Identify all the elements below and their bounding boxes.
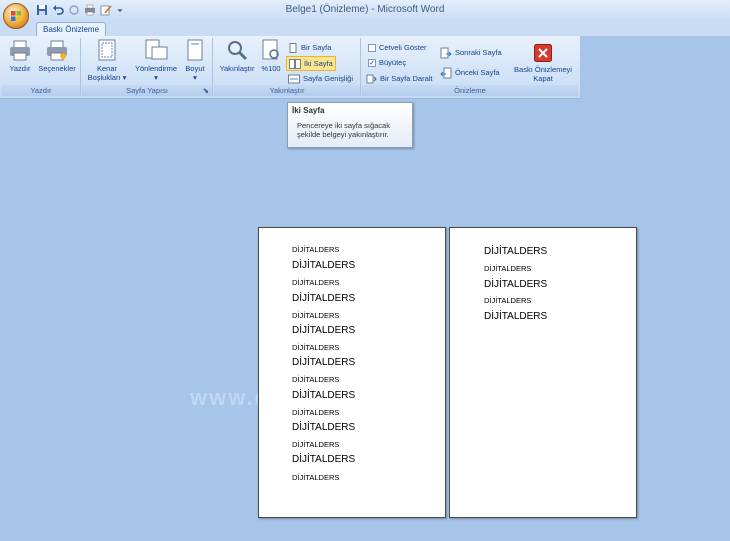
next-page-button[interactable]: Sonraki Sayfa xyxy=(440,46,502,59)
magnifier-checkbox[interactable]: ✓ Büyüteç xyxy=(368,56,406,69)
page-width-icon xyxy=(288,74,300,83)
magnifier-icon xyxy=(228,41,248,61)
one-page-label: Bir Sayfa xyxy=(301,43,332,52)
page-width-label: Sayfa Genişliği xyxy=(303,74,354,83)
page-1-line-6: DİJİTALDERS xyxy=(292,325,356,336)
size-button[interactable]: Boyut ▾ xyxy=(182,39,208,82)
page-1-line-5: DİJİTALDERS xyxy=(292,311,340,320)
margins-button[interactable]: Kenar Boşlukları ▾ xyxy=(84,39,130,82)
options-button[interactable]: Seçenekler xyxy=(35,39,79,73)
zoom-100-button[interactable]: %100 xyxy=(258,39,284,73)
office-logo-icon xyxy=(11,11,21,21)
page-1-line-15: DİJİTALDERS xyxy=(292,473,340,482)
previous-page-icon xyxy=(440,67,452,78)
page-1-line-3: DİJİTALDERS xyxy=(292,278,340,287)
group-preview-label: Önizleme xyxy=(362,85,578,96)
zoom-100-icon xyxy=(262,39,279,60)
close-preview-label: Baskı Önizlemeyi Kapat xyxy=(514,65,572,83)
close-preview-button[interactable]: Baskı Önizlemeyi Kapat xyxy=(510,44,576,83)
previous-page-button[interactable]: Önceki Sayfa xyxy=(440,66,500,79)
margins-label: Kenar Boşlukları xyxy=(87,64,121,82)
page-2-line-3: DİJİTALDERS xyxy=(484,279,548,290)
next-page-label: Sonraki Sayfa xyxy=(455,48,502,57)
preview-page-2[interactable]: DİJİTALDERS DİJİTALDERS DİJİTALDERS DİJİ… xyxy=(449,227,637,518)
page-1-line-8: DİJİTALDERS xyxy=(292,357,356,368)
group-page-setup-label-text: Sayfa Yapısı xyxy=(126,86,168,95)
ribbon-tab-row: Baskı Önizleme xyxy=(0,21,730,37)
page-1-line-1: DİJİTALDERS xyxy=(292,245,340,254)
group-print: Yazdır Seçenekler Yazdır xyxy=(2,38,81,96)
shrink-page-icon xyxy=(366,74,377,83)
dialog-launcher-icon[interactable]: ⬊ xyxy=(203,85,209,96)
group-zoom: Yakınlaştır %100 Bir Sayfa İki Sayfa Say… xyxy=(214,38,361,96)
page-2-line-1: DİJİTALDERS xyxy=(484,246,548,257)
preview-page-1[interactable]: DİJİTALDERS DİJİTALDERS DİJİTALDERS DİJİ… xyxy=(258,227,446,518)
print-button[interactable]: Yazdır xyxy=(5,39,35,73)
size-icon xyxy=(187,39,203,61)
close-icon xyxy=(534,44,552,62)
size-label: Boyut xyxy=(185,64,205,73)
group-zoom-label: Yakınlaştır xyxy=(214,85,360,96)
group-page-setup-label: Sayfa Yapısı ⬊ xyxy=(82,85,212,96)
orientation-icon xyxy=(145,39,168,60)
page-1-line-10: DİJİTALDERS xyxy=(292,390,356,401)
page-1-line-2: DİJİTALDERS xyxy=(292,260,356,271)
zoom-button[interactable]: Yakınlaştır xyxy=(216,39,258,73)
zoom-100-label: %100 xyxy=(261,64,281,73)
group-preview: Cetveli Göster ✓ Büyüteç Bir Sayfa Daral… xyxy=(362,38,578,96)
previous-page-label: Önceki Sayfa xyxy=(455,68,500,77)
ribbon: Yazdır Seçenekler Yazdır Kenar Boşluklar… xyxy=(0,36,580,99)
office-button[interactable] xyxy=(3,3,29,29)
tooltip-body: Pencereye iki sayfa sığacak şekilde belg… xyxy=(297,121,390,139)
zoom-label: Yakınlaştır xyxy=(219,64,255,73)
two-pages-icon xyxy=(289,58,301,69)
two-pages-button[interactable]: İki Sayfa xyxy=(286,56,336,71)
orientation-button[interactable]: Yönlendirme ▾ xyxy=(132,39,180,82)
printer-icon xyxy=(10,40,30,61)
margins-icon xyxy=(98,39,116,61)
magnifier-check-box[interactable]: ✓ xyxy=(368,58,376,67)
printer-options-icon xyxy=(47,40,67,61)
show-ruler-label: Cetveli Göster xyxy=(379,43,427,52)
page-1-line-7: DİJİTALDERS xyxy=(292,343,340,352)
window-title: Belge1 (Önizleme) - Microsoft Word xyxy=(285,4,445,15)
page-2-line-5: DİJİTALDERS xyxy=(484,311,548,322)
orientation-label: Yönlendirme xyxy=(134,64,178,73)
page-1-line-14: DİJİTALDERS xyxy=(292,454,356,465)
magnifier-label: Büyüteç xyxy=(379,58,407,67)
group-print-label: Yazdır xyxy=(2,85,80,96)
page-1-line-9: DİJİTALDERS xyxy=(292,375,340,384)
next-page-icon xyxy=(440,47,452,58)
shrink-one-page-label: Bir Sayfa Daralt xyxy=(380,74,433,83)
page-2-line-4: DİJİTALDERS xyxy=(484,296,532,305)
title-bar: Belge1 (Önizleme) - Microsoft Word xyxy=(0,0,730,21)
page-width-button[interactable]: Sayfa Genişliği xyxy=(288,72,353,85)
tooltip: İki Sayfa Pencereye iki sayfa sığacak şe… xyxy=(287,102,413,148)
group-page-setup: Kenar Boşlukları ▾ Yönlendirme ▾ Boyut ▾ S… xyxy=(82,38,213,96)
show-ruler-checkbox[interactable]: Cetveli Göster xyxy=(368,41,427,54)
one-page-button[interactable]: Bir Sayfa xyxy=(288,41,331,54)
page-1-line-11: DİJİTALDERS xyxy=(292,408,340,417)
shrink-one-page-button[interactable]: Bir Sayfa Daralt xyxy=(366,72,433,85)
tab-print-preview[interactable]: Baskı Önizleme xyxy=(36,22,107,37)
page-1-line-4: DİJİTALDERS xyxy=(292,293,356,304)
print-label: Yazdır xyxy=(9,64,31,73)
one-page-icon xyxy=(289,42,297,53)
page-1-line-13: DİJİTALDERS xyxy=(292,440,340,449)
page-2-line-2: DİJİTALDERS xyxy=(484,264,532,273)
two-pages-label: İki Sayfa xyxy=(304,59,333,68)
ribbon-empty-area xyxy=(580,36,730,98)
options-label: Seçenekler xyxy=(38,64,76,73)
tooltip-title: İki Sayfa xyxy=(292,106,325,115)
show-ruler-check-box[interactable] xyxy=(368,43,376,52)
page-1-line-12: DİJİTALDERS xyxy=(292,422,356,433)
